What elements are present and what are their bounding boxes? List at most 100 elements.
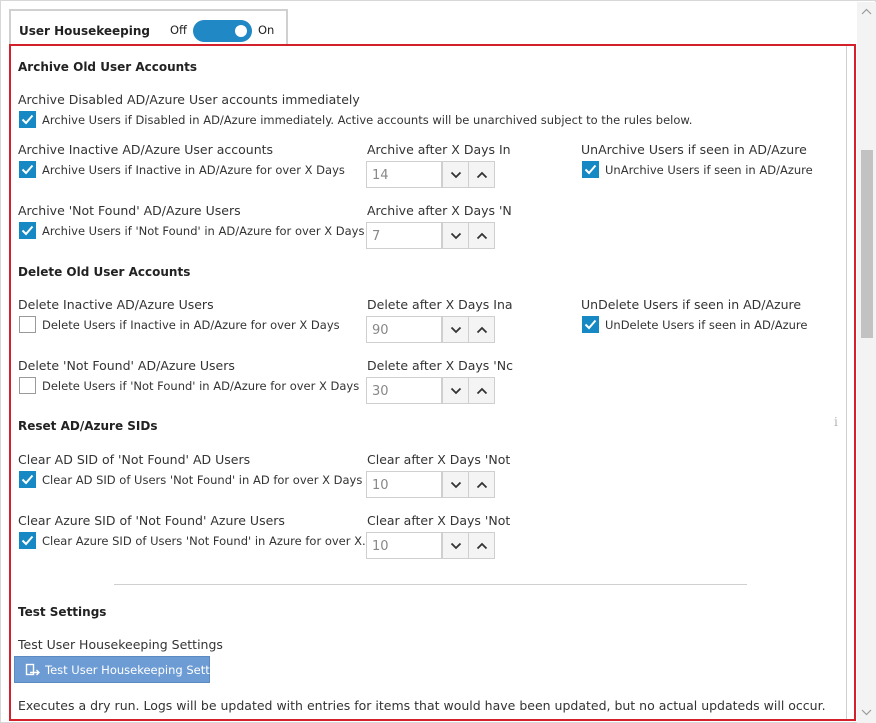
test-button-label: Test User Housekeeping Setti (45, 663, 213, 677)
delete-section-title: Delete Old User Accounts (18, 265, 191, 279)
delete-inactive-days-label: Delete after X Days Ina (367, 297, 513, 312)
clear-ad-days-up-button[interactable] (468, 471, 495, 498)
scrollbar-thumb[interactable] (861, 150, 873, 338)
undelete-checkbox-label: UnDelete Users if seen in AD/Azure (605, 318, 808, 332)
scroll-up-icon[interactable] (861, 8, 872, 16)
delete-notfound-checkbox-label: Delete Users if 'Not Found' in AD/Azure … (42, 379, 360, 393)
test-settings-label: Test User Housekeeping Settings (18, 637, 223, 652)
chevron-up-icon (476, 171, 488, 179)
checkmark-icon (21, 225, 34, 236)
archive-notfound-days-up-button[interactable] (468, 222, 495, 249)
chevron-up-icon (476, 387, 488, 395)
delete-inactive-checkbox[interactable] (19, 316, 36, 333)
toggle-on-label: On (258, 23, 275, 37)
clear-azure-days-input[interactable]: 10 (366, 532, 442, 559)
test-housekeeping-button[interactable]: Test User Housekeeping Setti (14, 656, 213, 683)
archive-notfound-label: Archive 'Not Found' AD/Azure Users (18, 203, 241, 218)
toggle-knob (235, 25, 247, 37)
chevron-down-icon (450, 326, 462, 334)
checkmark-icon (21, 535, 34, 546)
delete-notfound-days-stepper: 30 (366, 377, 495, 404)
vertical-scrollbar[interactable] (857, 2, 876, 723)
chevron-down-icon (450, 481, 462, 489)
archive-inactive-days-down-button[interactable] (442, 161, 469, 188)
archive-inactive-days-stepper: 14 (366, 161, 495, 188)
checkmark-icon (21, 114, 34, 125)
panel-inner-border (846, 46, 847, 719)
chevron-up-icon (476, 542, 488, 550)
checkmark-icon (584, 319, 597, 330)
delete-inactive-days-down-button[interactable] (442, 316, 469, 343)
clear-ad-days-stepper: 10 (366, 471, 495, 498)
archive-inactive-days-up-button[interactable] (468, 161, 495, 188)
checkmark-icon (584, 164, 597, 175)
clear-ad-days-input[interactable]: 10 (366, 471, 442, 498)
archive-disabled-label: Archive Disabled AD/Azure User accounts … (18, 92, 360, 107)
clear-azure-days-stepper: 10 (366, 532, 495, 559)
delete-inactive-days-stepper: 90 (366, 316, 495, 343)
delete-notfound-days-up-button[interactable] (468, 377, 495, 404)
scroll-down-icon[interactable] (861, 708, 872, 716)
section-header-title: User Housekeeping (19, 24, 151, 38)
chevron-down-icon (450, 542, 462, 550)
clear-azure-sid-label: Clear Azure SID of 'Not Found' Azure Use… (18, 513, 285, 528)
clear-azure-sid-checkbox[interactable] (19, 532, 36, 549)
unarchive-checkbox[interactable] (582, 161, 599, 178)
clear-azure-sid-checkbox-label: Clear Azure SID of Users 'Not Found' in … (42, 534, 373, 548)
archive-disabled-checkbox[interactable] (19, 111, 36, 128)
checkmark-icon (21, 164, 34, 175)
chevron-up-icon (476, 232, 488, 240)
delete-inactive-days-input[interactable]: 90 (366, 316, 442, 343)
delete-inactive-label: Delete Inactive AD/Azure Users (18, 297, 214, 312)
archive-notfound-days-input[interactable]: 7 (366, 222, 442, 249)
delete-inactive-days-up-button[interactable] (468, 316, 495, 343)
undelete-checkbox[interactable] (582, 316, 599, 333)
delete-notfound-days-input[interactable]: 30 (366, 377, 442, 404)
unarchive-checkbox-label: UnArchive Users if seen in AD/Azure (605, 163, 813, 177)
archive-notfound-days-stepper: 7 (366, 222, 495, 249)
delete-notfound-days-label: Delete after X Days 'Nc (367, 358, 513, 373)
chevron-down-icon (450, 387, 462, 395)
chevron-up-icon (476, 326, 488, 334)
test-run-icon (25, 663, 40, 676)
archive-section-title: Archive Old User Accounts (18, 60, 198, 74)
clear-ad-sid-checkbox-label: Clear AD SID of Users 'Not Found' in AD … (42, 473, 363, 487)
checkmark-icon (21, 474, 34, 485)
archive-inactive-label: Archive Inactive AD/Azure User accounts (18, 142, 274, 157)
clear-ad-days-label: Clear after X Days 'Not (367, 452, 511, 467)
archive-notfound-days-label: Archive after X Days 'N (367, 203, 512, 218)
section-divider (114, 584, 747, 585)
clear-azure-days-up-button[interactable] (468, 532, 495, 559)
user-housekeeping-tab: User Housekeeping Off On (9, 9, 288, 45)
unarchive-label: UnArchive Users if seen in AD/Azure (581, 142, 807, 157)
info-icon[interactable]: i (834, 415, 838, 429)
settings-window: User Housekeeping Off On Archive Old Use… (0, 0, 876, 723)
archive-notfound-checkbox-label: Archive Users if 'Not Found' in AD/Azure… (42, 224, 365, 238)
archive-inactive-checkbox[interactable] (19, 161, 36, 178)
archive-disabled-checkbox-label: Archive Users if Disabled in AD/Azure im… (42, 113, 693, 127)
undelete-label: UnDelete Users if seen in AD/Azure (581, 297, 802, 312)
clear-ad-days-down-button[interactable] (442, 471, 469, 498)
clear-azure-days-down-button[interactable] (442, 532, 469, 559)
chevron-down-icon (450, 232, 462, 240)
archive-notfound-days-down-button[interactable] (442, 222, 469, 249)
housekeeping-panel: Archive Old User Accounts Archive Disabl… (9, 44, 856, 721)
delete-notfound-label: Delete 'Not Found' AD/Azure Users (18, 358, 235, 373)
toggle-off-label: Off (170, 23, 187, 37)
test-note: Executes a dry run. Logs will be updated… (18, 698, 826, 713)
archive-notfound-checkbox[interactable] (19, 222, 36, 239)
housekeeping-toggle[interactable] (193, 20, 252, 42)
archive-inactive-days-input[interactable]: 14 (366, 161, 442, 188)
archive-inactive-checkbox-label: Archive Users if Inactive in AD/Azure fo… (42, 163, 345, 177)
sids-section-title: Reset AD/Azure SIDs (18, 419, 158, 433)
clear-azure-days-label: Clear after X Days 'Not (367, 513, 511, 528)
delete-notfound-checkbox[interactable] (19, 377, 36, 394)
clear-ad-sid-label: Clear AD SID of 'Not Found' AD Users (18, 452, 251, 467)
test-section-title: Test Settings (18, 605, 107, 619)
clear-ad-sid-checkbox[interactable] (19, 471, 36, 488)
chevron-down-icon (450, 171, 462, 179)
chevron-up-icon (476, 481, 488, 489)
delete-inactive-checkbox-label: Delete Users if Inactive in AD/Azure for… (42, 318, 340, 332)
archive-inactive-days-label: Archive after X Days In (367, 142, 511, 157)
delete-notfound-days-down-button[interactable] (442, 377, 469, 404)
